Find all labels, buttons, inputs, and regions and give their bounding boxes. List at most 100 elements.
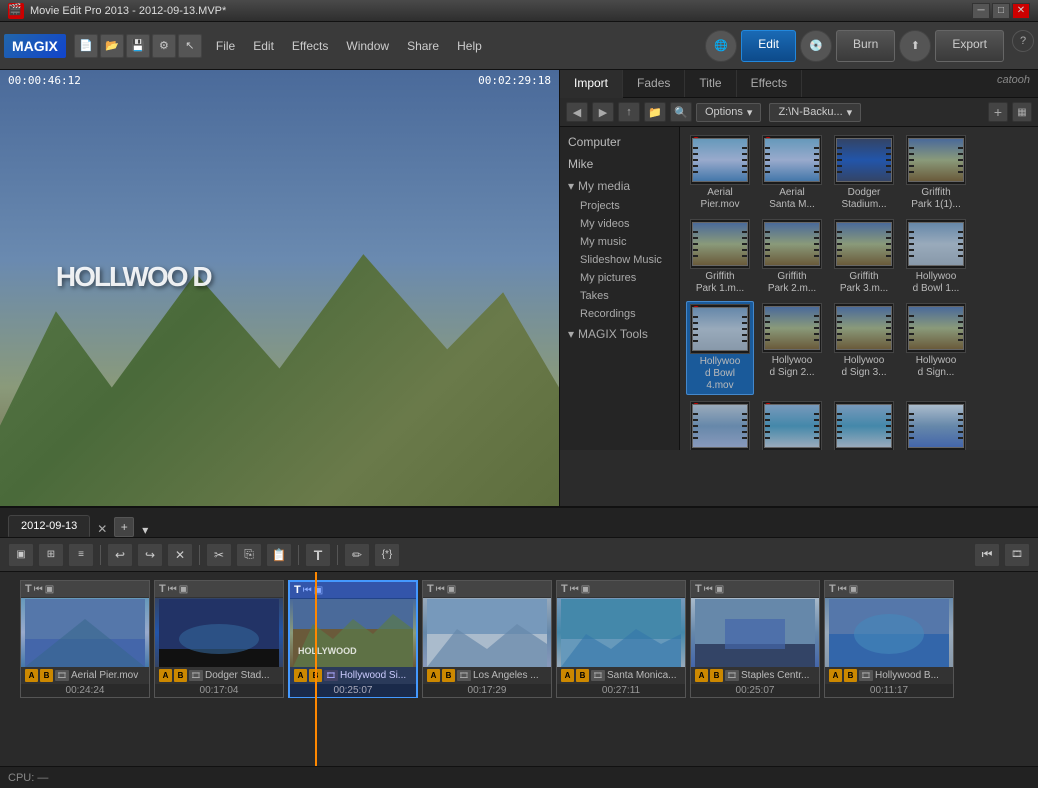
- menu-effects[interactable]: Effects: [284, 35, 336, 57]
- prev-scene-btn[interactable]: ⏮: [974, 543, 1000, 567]
- copy-btn[interactable]: ⎘: [236, 543, 262, 567]
- maximize-button[interactable]: □: [992, 3, 1010, 19]
- menu-help[interactable]: Help: [449, 35, 490, 57]
- tab-effects[interactable]: Effects: [737, 70, 802, 97]
- export-mode-button[interactable]: Export: [935, 30, 1004, 62]
- tree-computer[interactable]: Computer: [560, 131, 679, 153]
- timeline-tab-close[interactable]: ✕: [94, 521, 110, 537]
- film-mode-btn[interactable]: 🎞: [1004, 543, 1030, 567]
- file-griffith1[interactable]: GriffithPark 1.m...: [686, 217, 754, 297]
- timeline-tab[interactable]: 2012-09-13: [8, 515, 90, 537]
- clip-hwbowl[interactable]: T ⏮ ▣ A B 🎞 Hollywood B...: [824, 580, 954, 698]
- clip-dodger[interactable]: T ⏮ ▣ A B 🎞 Dodger Stad...: [154, 580, 284, 698]
- storyboard-btn[interactable]: ⊞: [38, 543, 64, 567]
- thumb-santamonica1: [762, 401, 822, 450]
- forward-button[interactable]: ▶: [592, 102, 614, 122]
- clip-staples[interactable]: T ⏮ ▣ A B 🎞 Staples Centr...: [690, 580, 820, 698]
- file-hwbowl1[interactable]: Hollywood Bowl 1...: [902, 217, 970, 297]
- filmstrip: [908, 404, 964, 448]
- timeline-add-tab[interactable]: +: [114, 517, 134, 537]
- clip-aerial-pier[interactable]: T ⏮ ▣ A B 🎞 Aerial Pier.mov: [20, 580, 150, 698]
- draw-btn[interactable]: ✏: [344, 543, 370, 567]
- options-dropdown[interactable]: Options ▾: [696, 103, 761, 122]
- file-santamonica2[interactable]: SantaMonica ...: [830, 399, 898, 450]
- up-button[interactable]: ↑: [618, 102, 640, 122]
- folder-button[interactable]: 📁: [644, 102, 666, 122]
- clip-santamonica[interactable]: T ⏮ ▣ A B 🎞 Santa Monica...: [556, 580, 686, 698]
- clip-name: Aerial Pier.mov: [71, 670, 145, 681]
- search-button[interactable]: 🔍: [670, 102, 692, 122]
- clip-losangeles[interactable]: T ⏮ ▣ A B 🎞 Los Angeles ...: [422, 580, 552, 698]
- file-hwsign[interactable]: Hollywood Sign...: [902, 301, 970, 395]
- thumb-griffith3: [834, 219, 894, 269]
- new-button[interactable]: 📄: [74, 34, 98, 58]
- catooh-logo: catooh: [989, 70, 1038, 97]
- file-label: GriffithPark 1.m...: [696, 271, 744, 295]
- cursor-button[interactable]: ↖: [178, 34, 202, 58]
- grid-view-button[interactable]: ▦: [1012, 102, 1032, 122]
- clip-hollywood[interactable]: T ⏮ ▣ HOLLYWOOD A B 🎞 Hollywoo: [288, 580, 418, 698]
- export-icon[interactable]: ⬆: [899, 30, 931, 62]
- help-icon[interactable]: ?: [1012, 30, 1034, 52]
- back-button[interactable]: ◀: [566, 102, 588, 122]
- file-griffith2[interactable]: GriffithPark 2.m...: [758, 217, 826, 297]
- burn-mode-button[interactable]: Burn: [836, 30, 895, 62]
- tree-mymedia[interactable]: ▾ My media: [560, 175, 679, 197]
- menu-share[interactable]: Share: [399, 35, 447, 57]
- list-view-btn[interactable]: ≡: [68, 543, 94, 567]
- tree-projects[interactable]: Projects: [560, 197, 679, 215]
- tree-mypictures[interactable]: My pictures: [560, 269, 679, 287]
- file-aerial-pier[interactable]: AerialPier.mov: [686, 133, 754, 213]
- cut-btn[interactable]: ✂: [206, 543, 232, 567]
- file-losangeles[interactable]: LosAngeles ...: [686, 399, 754, 450]
- tab-title[interactable]: Title: [685, 70, 736, 97]
- add-button[interactable]: +: [988, 102, 1008, 122]
- file-griffith3[interactable]: GriffithPark 3.m...: [830, 217, 898, 297]
- paste-btn[interactable]: 📋: [266, 543, 292, 567]
- file-hwsign3[interactable]: Hollywood Sign 3...: [830, 301, 898, 395]
- text-btn[interactable]: T: [305, 543, 331, 567]
- file-aerial-santa[interactable]: AerialSanta M...: [758, 133, 826, 213]
- view-mode-btn[interactable]: ▣: [8, 543, 34, 567]
- clip-film-icon: 🎞: [591, 670, 605, 681]
- tree-mike[interactable]: Mike: [560, 153, 679, 175]
- path-dropdown[interactable]: Z:\N-Backu... ▾: [769, 103, 861, 122]
- undo-btn[interactable]: ↩: [107, 543, 133, 567]
- file-hwsign2[interactable]: Hollywood Sign 2...: [758, 301, 826, 395]
- right-controls: ⏮ 🎞: [974, 543, 1030, 567]
- delete-btn[interactable]: ✕: [167, 543, 193, 567]
- close-button[interactable]: ✕: [1012, 3, 1030, 19]
- menu-edit[interactable]: Edit: [245, 35, 282, 57]
- tree-slideshowmusic[interactable]: Slideshow Music: [560, 251, 679, 269]
- timeline-track[interactable]: T ⏮ ▣ A B 🎞 Aerial Pier.mov: [0, 572, 1038, 766]
- tree-myvideos[interactable]: My videos: [560, 215, 679, 233]
- burn-icon[interactable]: 💿: [800, 30, 832, 62]
- tab-import[interactable]: Import: [560, 70, 623, 98]
- title-bar: 🎬 Movie Edit Pro 2013 - 2012-09-13.MVP* …: [0, 0, 1038, 22]
- filmstrip: [764, 222, 820, 266]
- file-hwbowl4[interactable]: Hollywood Bowl4.mov: [686, 301, 754, 395]
- tab-fades[interactable]: Fades: [623, 70, 685, 97]
- timeline-tab-arrow[interactable]: ▾: [142, 523, 148, 537]
- settings-button[interactable]: ⚙: [152, 34, 176, 58]
- redo-btn[interactable]: ↪: [137, 543, 163, 567]
- menu-file[interactable]: File: [208, 35, 243, 57]
- minimize-button[interactable]: ─: [972, 3, 990, 19]
- clip-ab-badge: A: [294, 669, 307, 682]
- filmstrip: [836, 138, 892, 182]
- file-griffith-park1[interactable]: GriffithPark 1(1)...: [902, 133, 970, 213]
- fx-btn[interactable]: {*}: [374, 543, 400, 567]
- menu-window[interactable]: Window: [338, 35, 397, 57]
- open-button[interactable]: 📂: [100, 34, 124, 58]
- tree-magixtools[interactable]: ▾ MAGIX Tools: [560, 323, 679, 345]
- internet-button[interactable]: 🌐: [705, 30, 737, 62]
- file-santamonica1[interactable]: SantaMonica ...: [758, 399, 826, 450]
- tree-mymusic[interactable]: My music: [560, 233, 679, 251]
- save-button[interactable]: 💾: [126, 34, 150, 58]
- edit-mode-button[interactable]: Edit: [741, 30, 796, 62]
- tree-takes[interactable]: Takes: [560, 287, 679, 305]
- timeline-header: 2012-09-13 ✕ + ▾: [0, 508, 1038, 538]
- file-staples[interactable]: StaplesCentre...: [902, 399, 970, 450]
- tree-recordings[interactable]: Recordings: [560, 305, 679, 323]
- file-dodger[interactable]: DodgerStadium...: [830, 133, 898, 213]
